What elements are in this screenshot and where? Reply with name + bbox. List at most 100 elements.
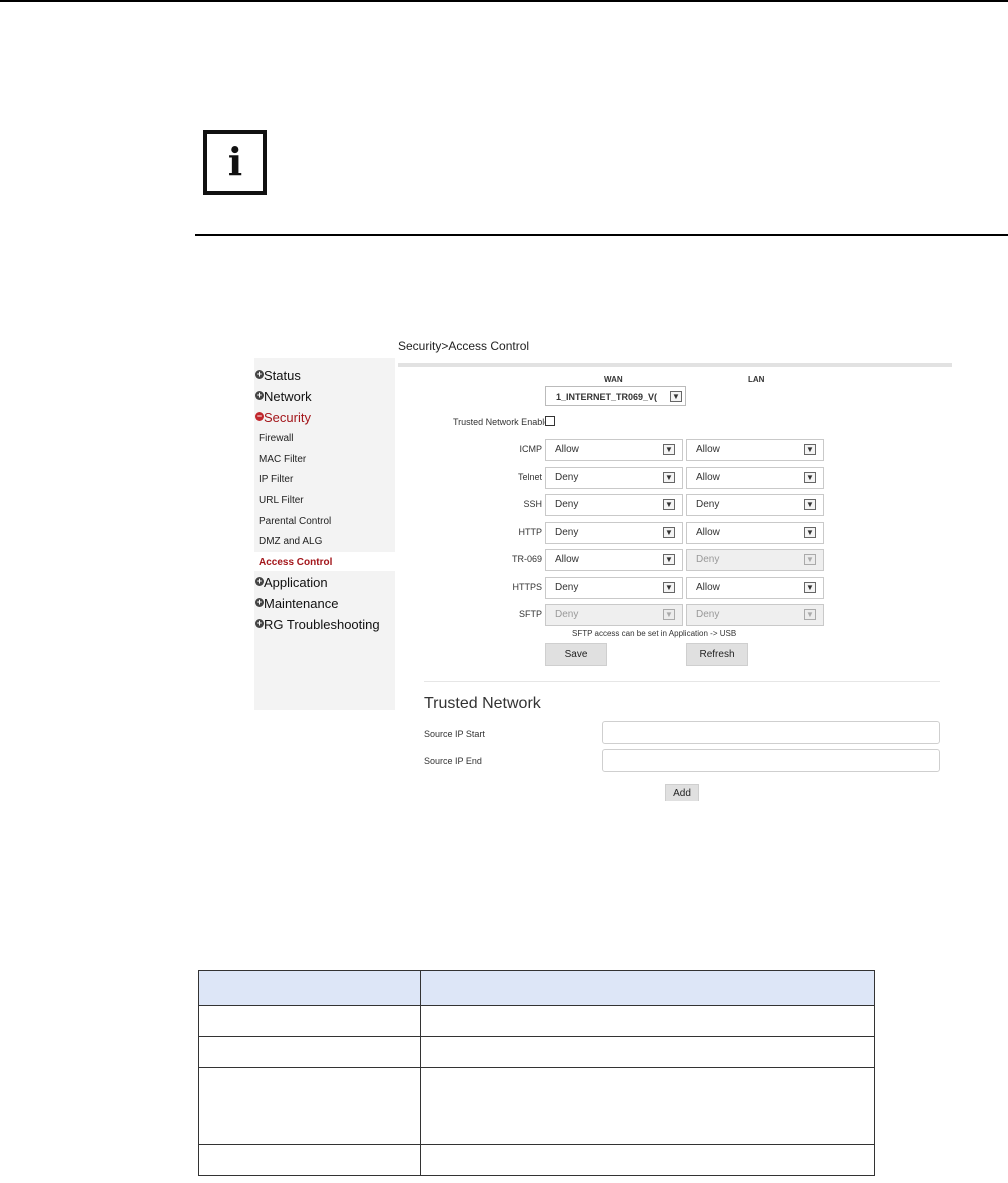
sidebar-item-rg-troubleshooting[interactable]: + RG Troubleshooting bbox=[255, 617, 380, 632]
table-header-cell bbox=[420, 970, 875, 1006]
table-cell bbox=[420, 1005, 875, 1037]
select-value: Allow bbox=[696, 582, 720, 593]
chevron-down-icon: ▼ bbox=[663, 609, 675, 620]
source-ip-end-input[interactable] bbox=[602, 749, 940, 772]
sidebar-item-parental-control[interactable]: Parental Control bbox=[259, 516, 331, 527]
lan-access-select: Deny ▼ bbox=[686, 604, 824, 626]
sidebar-item-mac-filter[interactable]: MAC Filter bbox=[259, 454, 306, 465]
table-cell bbox=[420, 1036, 875, 1068]
service-label: SFTP bbox=[518, 609, 542, 619]
wan-interface-select[interactable]: 1_INTERNET_TR069_V( ▼ bbox=[545, 386, 686, 406]
chevron-down-icon: ▼ bbox=[804, 472, 816, 483]
select-value: Deny bbox=[696, 554, 720, 565]
sidebar-item-status[interactable]: + Status bbox=[255, 368, 301, 383]
chevron-down-icon: ▼ bbox=[663, 554, 675, 565]
table-cell bbox=[198, 1144, 421, 1176]
lan-access-select[interactable]: Allow ▼ bbox=[686, 467, 824, 489]
wan-access-select[interactable]: Deny ▼ bbox=[545, 522, 683, 544]
table-cell bbox=[198, 1005, 421, 1037]
sidebar-item-network[interactable]: + Network bbox=[255, 389, 312, 404]
wan-access-select[interactable]: Allow ▼ bbox=[545, 439, 683, 461]
chevron-down-icon: ▼ bbox=[804, 609, 816, 620]
chevron-down-icon: ▼ bbox=[670, 391, 682, 402]
chevron-down-icon: ▼ bbox=[804, 582, 816, 593]
source-ip-start-label: Source IP Start bbox=[424, 729, 485, 739]
collapse-icon: − bbox=[255, 411, 264, 421]
lan-access-select[interactable]: Allow ▼ bbox=[686, 439, 824, 461]
chevron-down-icon: ▼ bbox=[804, 554, 816, 565]
select-value: Deny bbox=[555, 582, 579, 593]
expand-icon: + bbox=[255, 576, 264, 586]
wan-access-select[interactable]: Deny ▼ bbox=[545, 467, 683, 489]
note-divider bbox=[195, 234, 1008, 236]
lan-access-select[interactable]: Allow ▼ bbox=[686, 577, 824, 599]
sidebar: + Status + Network − Security Firewall MAC … bbox=[254, 358, 395, 710]
lan-access-select[interactable]: Allow ▼ bbox=[686, 522, 824, 544]
sidebar-item-ip-filter[interactable]: IP Filter bbox=[259, 474, 293, 485]
service-label: HTTP bbox=[518, 527, 543, 537]
lan-access-select: Deny ▼ bbox=[686, 549, 824, 571]
chevron-down-icon: ▼ bbox=[663, 527, 675, 538]
select-value: Allow bbox=[555, 554, 579, 565]
add-button[interactable]: Add bbox=[665, 784, 699, 801]
chevron-down-icon: ▼ bbox=[663, 582, 675, 593]
save-button[interactable]: Save bbox=[545, 643, 607, 666]
wan-access-select[interactable]: Deny ▼ bbox=[545, 577, 683, 599]
sidebar-item-access-control[interactable]: Access Control bbox=[259, 557, 332, 568]
table-cell bbox=[198, 1036, 421, 1068]
parameter-table bbox=[198, 970, 875, 1176]
sidebar-item-maintenance[interactable]: + Maintenance bbox=[255, 596, 338, 611]
select-value: Allow bbox=[696, 527, 720, 538]
select-value: Allow bbox=[696, 444, 720, 455]
chevron-down-icon: ▼ bbox=[804, 444, 816, 455]
service-label: HTTPS bbox=[512, 582, 542, 592]
trusted-network-enable-label: Trusted Network Enable bbox=[453, 417, 550, 427]
sidebar-item-security[interactable]: − Security bbox=[255, 410, 311, 425]
table-row bbox=[198, 1036, 875, 1068]
service-label: ICMP bbox=[519, 444, 543, 454]
chevron-down-icon: ▼ bbox=[663, 472, 675, 483]
select-value: Deny bbox=[696, 609, 720, 620]
select-value: Deny bbox=[696, 499, 720, 510]
sidebar-item-application[interactable]: + Application bbox=[255, 575, 328, 590]
wan-access-select[interactable]: Allow ▼ bbox=[545, 549, 683, 571]
service-label: Telnet bbox=[517, 472, 542, 482]
select-value: Deny bbox=[555, 609, 579, 620]
wan-access-select: Deny ▼ bbox=[545, 604, 683, 626]
trusted-network-enable-checkbox[interactable] bbox=[545, 416, 555, 426]
trusted-network-title: Trusted Network bbox=[424, 695, 541, 712]
sidebar-item-dmz-alg[interactable]: DMZ and ALG bbox=[259, 536, 322, 547]
table-row bbox=[198, 1144, 875, 1176]
chevron-down-icon: ▼ bbox=[663, 499, 675, 510]
wan-column-header: WAN bbox=[604, 375, 623, 384]
select-value: Deny bbox=[555, 499, 579, 510]
table-cell bbox=[420, 1144, 875, 1176]
header-divider bbox=[398, 363, 952, 367]
select-value: Deny bbox=[555, 527, 579, 538]
table-cell bbox=[420, 1067, 875, 1145]
table-cell bbox=[198, 1067, 421, 1145]
table-row bbox=[198, 1005, 875, 1037]
table-header-row bbox=[198, 970, 875, 1006]
sidebar-item-firewall[interactable]: Firewall bbox=[259, 433, 293, 444]
service-label: SSH bbox=[523, 499, 542, 509]
expand-icon: + bbox=[255, 390, 264, 400]
expand-icon: + bbox=[255, 369, 264, 379]
table-header-cell bbox=[198, 970, 421, 1006]
select-value: Allow bbox=[555, 444, 579, 455]
service-label: TR-069 bbox=[511, 554, 542, 564]
select-value: Allow bbox=[696, 472, 720, 483]
section-divider bbox=[424, 681, 940, 682]
source-ip-start-input[interactable] bbox=[602, 721, 940, 744]
refresh-button[interactable]: Refresh bbox=[686, 643, 748, 666]
lan-access-select[interactable]: Deny ▼ bbox=[686, 494, 824, 516]
lan-column-header: LAN bbox=[748, 375, 765, 384]
chevron-down-icon: ▼ bbox=[804, 499, 816, 510]
top-rule bbox=[0, 0, 1008, 2]
expand-icon: + bbox=[255, 597, 264, 607]
sidebar-item-url-filter[interactable]: URL Filter bbox=[259, 495, 304, 506]
wan-access-select[interactable]: Deny ▼ bbox=[545, 494, 683, 516]
expand-icon: + bbox=[255, 618, 264, 628]
table-row bbox=[198, 1067, 875, 1145]
info-icon: i bbox=[203, 130, 267, 195]
